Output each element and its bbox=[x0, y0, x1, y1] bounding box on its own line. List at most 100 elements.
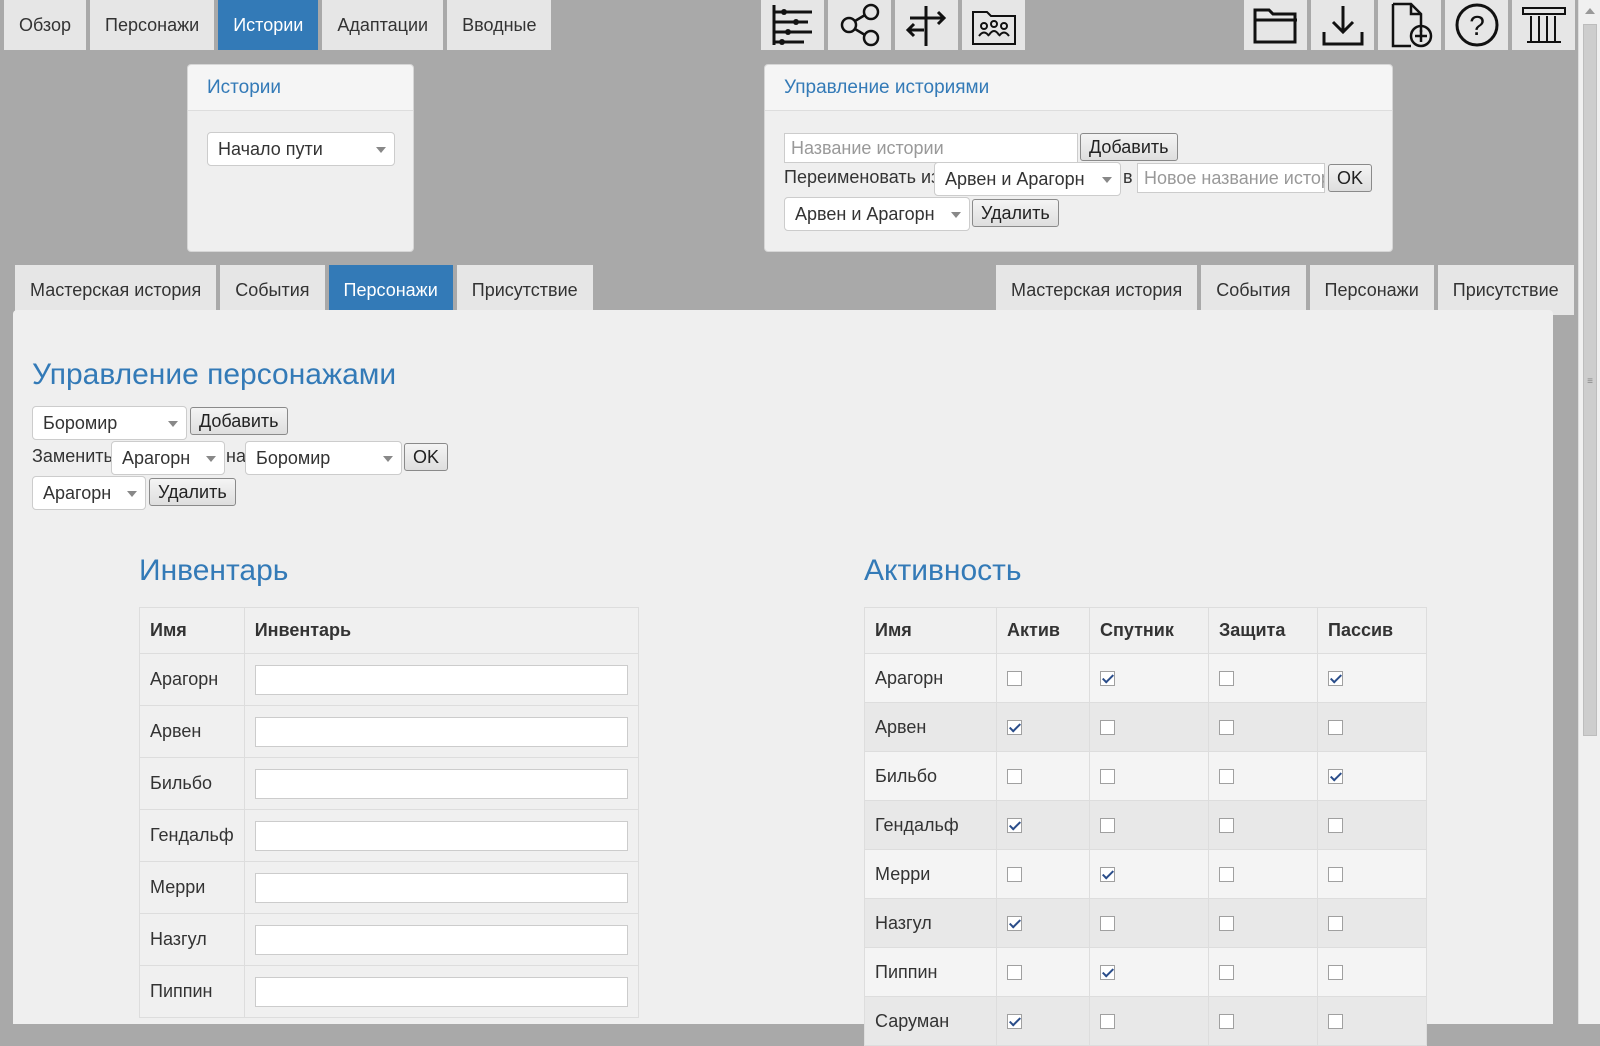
nav-tab-overview[interactable]: Обзор bbox=[4, 0, 86, 50]
table-row: Бильбо bbox=[864, 751, 1427, 801]
new-file-button[interactable] bbox=[1378, 0, 1441, 50]
passive-checkbox[interactable] bbox=[1328, 720, 1343, 736]
replace-to-select[interactable]: Боромир bbox=[245, 441, 402, 475]
passive-checkbox[interactable] bbox=[1328, 671, 1343, 687]
groups-button[interactable] bbox=[962, 0, 1025, 50]
tab-presence[interactable]: Присутствие bbox=[456, 265, 593, 315]
tab-events[interactable]: События bbox=[220, 265, 325, 315]
nav-tab-adaptations[interactable]: Адаптации bbox=[322, 0, 444, 50]
timeline-button[interactable] bbox=[761, 0, 824, 50]
activity-header-active: Актив bbox=[996, 607, 1090, 654]
passive-checkbox[interactable] bbox=[1328, 1014, 1343, 1030]
chevron-down-icon bbox=[168, 421, 178, 427]
activity-cell bbox=[996, 800, 1090, 850]
passive-checkbox[interactable] bbox=[1328, 916, 1343, 932]
stories-panel-title: Истории bbox=[188, 65, 413, 111]
activity-cell bbox=[1208, 849, 1318, 899]
inventory-input[interactable] bbox=[254, 872, 628, 903]
active-checkbox[interactable] bbox=[1007, 720, 1022, 736]
active-checkbox[interactable] bbox=[1007, 916, 1022, 932]
rename-from-select[interactable]: Арвен и Арагорн bbox=[934, 162, 1121, 196]
tab-master-story-right[interactable]: Мастерская история bbox=[996, 265, 1198, 315]
companion-checkbox[interactable] bbox=[1100, 916, 1115, 932]
replace-from-select[interactable]: Арагорн bbox=[111, 441, 225, 475]
svg-text:?: ? bbox=[1469, 10, 1485, 41]
inventory-input[interactable] bbox=[254, 716, 628, 747]
activity-cell bbox=[1208, 653, 1318, 703]
add-character-select[interactable]: Боромир bbox=[32, 406, 187, 440]
help-button[interactable]: ? bbox=[1445, 0, 1508, 50]
defense-checkbox[interactable] bbox=[1219, 965, 1234, 981]
defense-checkbox[interactable] bbox=[1219, 916, 1234, 932]
defense-checkbox[interactable] bbox=[1219, 867, 1234, 883]
delete-character-select[interactable]: Арагорн bbox=[32, 476, 146, 510]
inventory-input[interactable] bbox=[254, 820, 628, 851]
companion-checkbox[interactable] bbox=[1100, 965, 1115, 981]
nav-tab-characters[interactable]: Персонажи bbox=[90, 0, 215, 50]
passive-checkbox[interactable] bbox=[1328, 818, 1343, 834]
passive-checkbox[interactable] bbox=[1328, 965, 1343, 981]
tab-characters[interactable]: Персонажи bbox=[328, 265, 453, 315]
defense-checkbox[interactable] bbox=[1219, 720, 1234, 736]
delete-story-button[interactable]: Удалить bbox=[972, 199, 1059, 227]
tab-presence-right[interactable]: Присутствие bbox=[1437, 265, 1574, 315]
delete-character-button[interactable]: Удалить bbox=[149, 478, 236, 506]
defense-checkbox[interactable] bbox=[1219, 671, 1234, 687]
download-button[interactable] bbox=[1311, 0, 1374, 50]
subtabs-left: Мастерская история События Персонажи При… bbox=[15, 265, 593, 315]
activity-cell bbox=[1317, 800, 1427, 850]
table-row: Арагорн bbox=[864, 653, 1427, 703]
story-name-input[interactable]: Название истории bbox=[784, 133, 1078, 163]
inventory-name: Пиппин bbox=[139, 965, 245, 1018]
story-select-value: Начало пути bbox=[218, 139, 323, 159]
companion-checkbox[interactable] bbox=[1100, 1014, 1115, 1030]
defense-checkbox[interactable] bbox=[1219, 1014, 1234, 1030]
chevron-down-icon bbox=[127, 491, 137, 497]
table-row: Мерри bbox=[864, 849, 1427, 899]
scroll-up-icon[interactable] bbox=[1585, 8, 1595, 14]
rename-ok-button[interactable]: OK bbox=[1328, 164, 1373, 192]
new-story-name-input[interactable]: Новое название истори bbox=[1137, 163, 1325, 193]
inventory-input[interactable] bbox=[254, 768, 628, 799]
companion-checkbox[interactable] bbox=[1100, 720, 1115, 736]
inventory-header-items: Инвентарь bbox=[243, 607, 640, 654]
passive-checkbox[interactable] bbox=[1328, 769, 1343, 785]
active-checkbox[interactable] bbox=[1007, 769, 1022, 785]
file-toolbar: ? bbox=[1244, 0, 1575, 50]
companion-checkbox[interactable] bbox=[1100, 671, 1115, 687]
companion-checkbox[interactable] bbox=[1100, 867, 1115, 883]
open-button[interactable] bbox=[1244, 0, 1307, 50]
defense-checkbox[interactable] bbox=[1219, 818, 1234, 834]
active-checkbox[interactable] bbox=[1007, 1014, 1022, 1030]
story-select[interactable]: Начало пути bbox=[207, 132, 395, 166]
tab-events-right[interactable]: События bbox=[1201, 265, 1306, 315]
active-checkbox[interactable] bbox=[1007, 867, 1022, 883]
inventory-input[interactable] bbox=[254, 664, 628, 695]
activity-name: Гендальф bbox=[864, 800, 997, 850]
tab-characters-right[interactable]: Персонажи bbox=[1309, 265, 1434, 315]
tab-master-story[interactable]: Мастерская история bbox=[15, 265, 217, 315]
active-checkbox[interactable] bbox=[1007, 818, 1022, 834]
add-story-button[interactable]: Добавить bbox=[1080, 133, 1178, 161]
defense-checkbox[interactable] bbox=[1219, 769, 1234, 785]
page-scrollbar[interactable]: ≡ bbox=[1578, 0, 1600, 1024]
companion-checkbox[interactable] bbox=[1100, 769, 1115, 785]
chevron-down-icon bbox=[206, 456, 216, 462]
active-checkbox[interactable] bbox=[1007, 965, 1022, 981]
about-button[interactable] bbox=[1512, 0, 1575, 50]
split-button[interactable] bbox=[895, 0, 958, 50]
nav-tab-stories[interactable]: Истории bbox=[218, 0, 319, 50]
active-checkbox[interactable] bbox=[1007, 671, 1022, 687]
activity-cell bbox=[1089, 751, 1209, 801]
inventory-input[interactable] bbox=[254, 924, 628, 955]
inventory-header-name: Имя bbox=[139, 607, 245, 654]
companion-checkbox[interactable] bbox=[1100, 818, 1115, 834]
delete-story-select[interactable]: Арвен и Арагорн bbox=[784, 197, 970, 231]
passive-checkbox[interactable] bbox=[1328, 867, 1343, 883]
inventory-input[interactable] bbox=[254, 976, 628, 1007]
replace-ok-button[interactable]: OK bbox=[404, 443, 449, 471]
add-character-button[interactable]: Добавить bbox=[190, 407, 288, 435]
share-button[interactable] bbox=[828, 0, 891, 50]
nav-tab-briefings[interactable]: Вводные bbox=[447, 0, 552, 50]
stories-panel: Истории Начало пути bbox=[187, 64, 414, 252]
